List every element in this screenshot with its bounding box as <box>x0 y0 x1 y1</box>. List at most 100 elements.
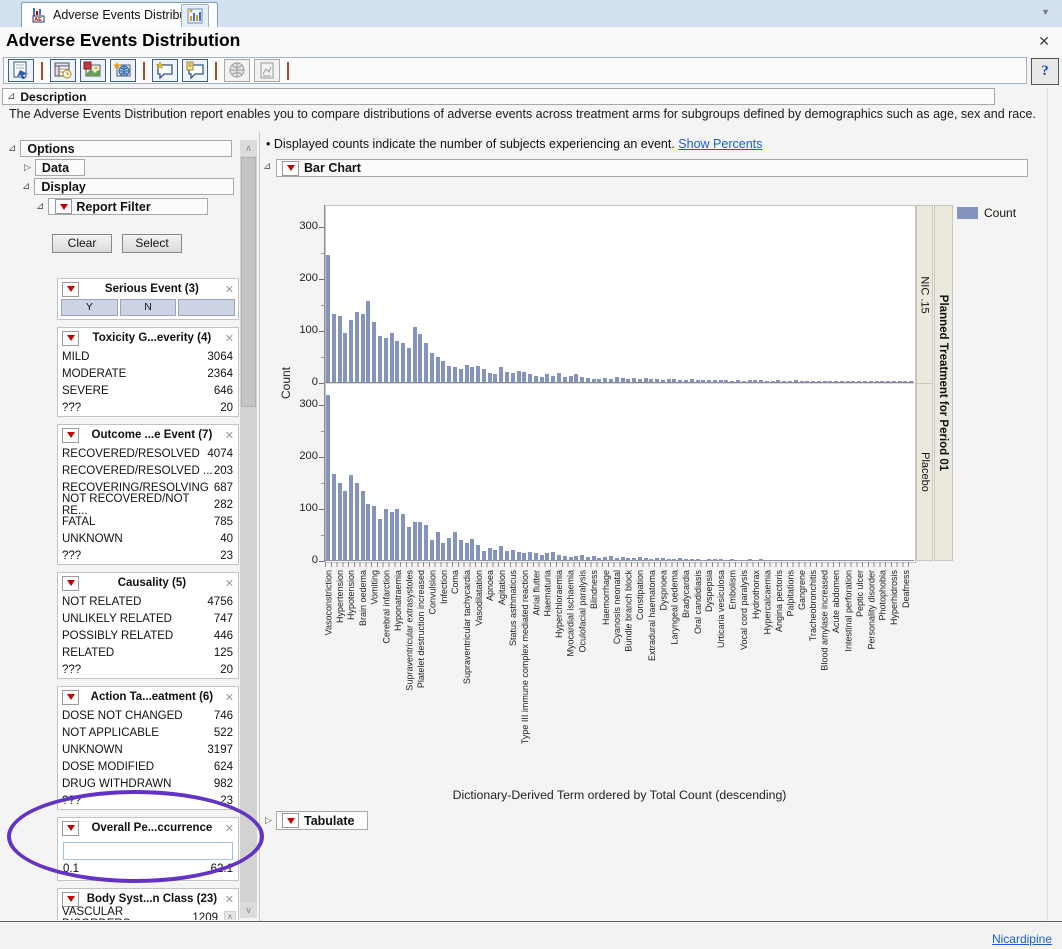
bar[interactable] <box>615 377 619 382</box>
filter-value-button[interactable]: N <box>120 299 177 316</box>
bar[interactable] <box>742 560 746 561</box>
bar[interactable] <box>338 316 342 382</box>
bar[interactable] <box>701 560 705 561</box>
collapse-triangle-icon[interactable]: ⊿ <box>8 144 16 154</box>
bar[interactable] <box>748 380 752 382</box>
bar[interactable] <box>840 381 844 382</box>
bar[interactable] <box>349 320 353 382</box>
close-icon[interactable]: ✕ <box>225 283 234 296</box>
collapse-triangle-icon[interactable]: ⊿ <box>36 202 44 212</box>
bar[interactable] <box>517 552 521 561</box>
bar[interactable] <box>621 378 625 382</box>
bar[interactable] <box>753 380 757 382</box>
bar[interactable] <box>903 560 907 561</box>
bar[interactable] <box>493 374 497 382</box>
bar[interactable] <box>655 379 659 382</box>
bar[interactable] <box>771 560 775 561</box>
bar[interactable] <box>343 333 347 382</box>
bar[interactable] <box>684 380 688 382</box>
red-menu-icon[interactable] <box>62 331 79 346</box>
sidebar-scrollbar[interactable]: ∧ ∨ <box>240 140 257 918</box>
bar[interactable] <box>522 553 526 561</box>
close-icon[interactable]: ✕ <box>225 577 234 590</box>
filter-row[interactable]: ???20 <box>58 399 238 416</box>
bar[interactable] <box>384 509 388 561</box>
bar[interactable] <box>366 301 370 382</box>
bar[interactable] <box>453 532 457 561</box>
bar[interactable] <box>563 377 567 382</box>
bar[interactable] <box>545 374 549 382</box>
tab-secondary[interactable] <box>181 4 209 28</box>
bar[interactable] <box>511 373 515 382</box>
bar[interactable] <box>724 560 728 561</box>
content-scrollbar[interactable] <box>1047 88 1062 921</box>
close-icon[interactable]: ✕ <box>1038 33 1050 50</box>
bar[interactable] <box>811 560 815 561</box>
bar[interactable] <box>522 372 526 382</box>
bar[interactable] <box>626 558 630 561</box>
report-filter-section[interactable]: ⊿ Report Filter <box>36 198 208 215</box>
bar[interactable] <box>840 560 844 561</box>
bar[interactable] <box>384 338 388 382</box>
bar[interactable] <box>638 557 642 561</box>
bar[interactable] <box>453 367 457 382</box>
bar[interactable] <box>332 474 336 561</box>
bar[interactable] <box>672 379 676 382</box>
bar[interactable] <box>436 532 440 561</box>
bar[interactable] <box>690 559 694 561</box>
bar[interactable] <box>817 381 821 382</box>
scroll-down-icon[interactable]: ∨ <box>240 902 257 918</box>
bar[interactable] <box>834 560 838 561</box>
bar[interactable] <box>597 558 601 561</box>
select-button[interactable]: Select <box>122 234 182 253</box>
bar[interactable] <box>609 556 613 561</box>
bar[interactable] <box>395 509 399 561</box>
bar[interactable] <box>771 381 775 382</box>
expand-triangle-icon[interactable]: ▷ <box>24 163 31 172</box>
bar[interactable] <box>424 525 428 561</box>
bar[interactable] <box>892 381 896 382</box>
bar[interactable] <box>898 560 902 561</box>
bar[interactable] <box>800 560 804 561</box>
bar[interactable] <box>753 560 757 561</box>
show-percents-link[interactable]: Show Percents <box>678 137 762 151</box>
bar[interactable] <box>424 343 428 382</box>
filter-row[interactable]: UNKNOWN3197 <box>58 741 238 758</box>
filter-value-button[interactable] <box>178 299 235 316</box>
bar[interactable] <box>898 381 902 382</box>
red-menu-icon[interactable] <box>55 199 72 214</box>
bar[interactable] <box>517 371 521 382</box>
bar[interactable] <box>338 483 342 561</box>
bar[interactable] <box>667 379 671 382</box>
bar[interactable] <box>828 560 832 561</box>
bar[interactable] <box>730 381 734 382</box>
bar[interactable] <box>355 483 359 561</box>
bar[interactable] <box>701 380 705 382</box>
bar[interactable] <box>482 551 486 561</box>
bar[interactable] <box>528 552 532 561</box>
bar[interactable] <box>349 475 353 561</box>
bar[interactable] <box>880 381 884 382</box>
bar[interactable] <box>678 380 682 382</box>
bar[interactable] <box>684 559 688 561</box>
bar[interactable] <box>672 559 676 561</box>
bar[interactable] <box>459 540 463 561</box>
bar[interactable] <box>603 557 607 561</box>
bar[interactable] <box>863 381 867 382</box>
bar[interactable] <box>782 381 786 382</box>
bar[interactable] <box>430 540 434 561</box>
bar[interactable] <box>690 379 694 382</box>
bar[interactable] <box>418 522 422 561</box>
bar[interactable] <box>372 506 376 561</box>
bar[interactable] <box>615 558 619 561</box>
bar[interactable] <box>823 381 827 382</box>
bar[interactable] <box>805 381 809 382</box>
filter-row[interactable]: DOSE NOT CHANGED746 <box>58 707 238 724</box>
bar[interactable] <box>592 379 596 382</box>
filter-row[interactable]: ???23 <box>58 547 238 564</box>
bar[interactable] <box>476 545 480 561</box>
bar[interactable] <box>851 560 855 561</box>
close-icon[interactable]: ✕ <box>225 691 234 704</box>
bar[interactable] <box>436 357 440 382</box>
bar[interactable] <box>557 555 561 561</box>
